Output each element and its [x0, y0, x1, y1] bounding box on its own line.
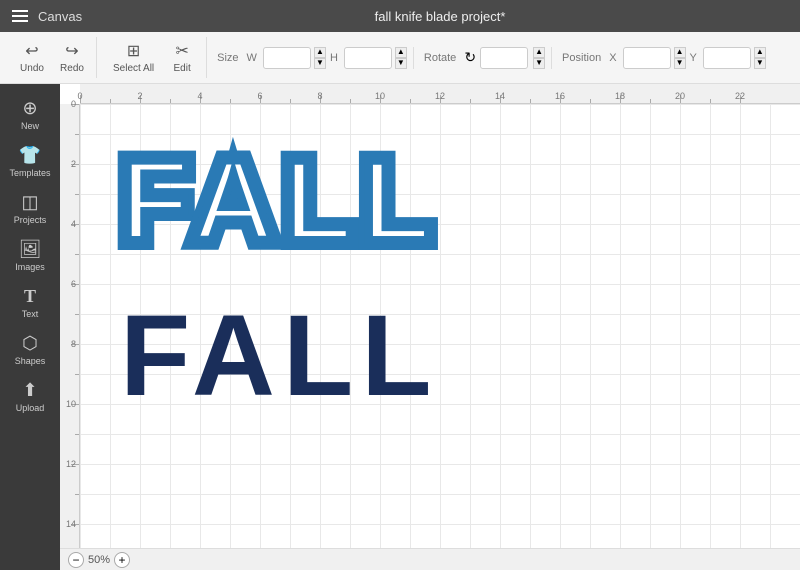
ruler-left: 02468101214 [60, 104, 80, 548]
width-up[interactable]: ▲ [314, 47, 326, 58]
w-label: W [247, 52, 257, 64]
grid-canvas: FALL FALL FALL [80, 104, 800, 548]
main-area: ⊕ New 👕 Templates ◫ Projects 🖼 Images T … [0, 84, 800, 570]
width-down[interactable]: ▼ [314, 58, 326, 69]
x-up[interactable]: ▲ [674, 47, 686, 58]
select-edit-group: ⊞ Select All ✂ Edit [101, 37, 207, 78]
canvas-area[interactable]: 0246810121416182022 02468101214 FALL FAL… [60, 84, 800, 570]
edit-icon: ✂ [175, 41, 188, 61]
width-spinner: ▲ ▼ [314, 47, 326, 69]
zoom-level: 50% [88, 554, 110, 566]
sidebar-item-upload[interactable]: ⬆ Upload [4, 374, 56, 419]
size-label: Size [217, 52, 238, 64]
redo-button[interactable]: ↪ Redo [54, 37, 90, 78]
text-icon: T [24, 286, 36, 307]
x-label: X [609, 52, 616, 64]
images-icon: 🖼 [19, 239, 42, 260]
redo-icon: ↪ [65, 41, 78, 61]
x-field: X ▲ ▼ [609, 47, 685, 69]
x-down[interactable]: ▼ [674, 58, 686, 69]
rotate-spinner: ▲ ▼ [533, 47, 545, 69]
position-label: Position [562, 52, 601, 64]
zoom-bar: − 50% + [60, 548, 800, 570]
y-spinner: ▲ ▼ [754, 47, 766, 69]
sidebar-item-text[interactable]: T Text [4, 280, 56, 325]
sidebar-item-new[interactable]: ⊕ New [4, 92, 56, 137]
rotate-icon: ↻ [464, 49, 476, 66]
zoom-out-button[interactable]: − [68, 552, 84, 568]
undo-button[interactable]: ↩ Undo [14, 37, 50, 78]
shapes-icon: ⬡ [22, 333, 38, 354]
y-up[interactable]: ▲ [754, 47, 766, 58]
sidebar-item-images[interactable]: 🖼 Images [4, 233, 56, 278]
sidebar-item-templates[interactable]: 👕 Templates [4, 139, 56, 184]
fall-bottom-text[interactable]: FALL [120, 299, 439, 414]
undo-redo-group: ↩ Undo ↪ Redo [8, 37, 97, 78]
rotate-input[interactable] [480, 47, 528, 69]
zoom-in-button[interactable]: + [114, 552, 130, 568]
height-down[interactable]: ▼ [395, 58, 407, 69]
rotate-label: Rotate [424, 52, 456, 64]
y-down[interactable]: ▼ [754, 58, 766, 69]
y-label: Y [690, 52, 697, 64]
x-input[interactable] [623, 47, 671, 69]
size-group: Size W ▲ ▼ H ▲ ▼ [211, 47, 414, 69]
width-input[interactable] [263, 47, 311, 69]
height-spinner: ▲ ▼ [395, 47, 407, 69]
y-field: Y ▲ ▼ [690, 47, 766, 69]
select-all-button[interactable]: ⊞ Select All [107, 37, 160, 78]
y-input[interactable] [703, 47, 751, 69]
new-icon: ⊕ [22, 98, 37, 119]
app-name: Canvas [38, 9, 82, 24]
fall-top-text[interactable]: FALL [120, 144, 439, 259]
hamburger-menu[interactable] [12, 10, 28, 22]
upload-icon: ⬆ [22, 380, 37, 401]
undo-icon: ↩ [25, 41, 38, 61]
title-bar: Canvas fall knife blade project* [0, 0, 800, 32]
edit-button[interactable]: ✂ Edit [164, 37, 200, 78]
sidebar-item-projects[interactable]: ◫ Projects [4, 186, 56, 231]
height-input[interactable] [344, 47, 392, 69]
height-field: H ▲ ▼ [330, 47, 407, 69]
sidebar: ⊕ New 👕 Templates ◫ Projects 🖼 Images T … [0, 84, 60, 570]
select-all-icon: ⊞ [127, 41, 140, 61]
h-label: H [330, 52, 338, 64]
x-spinner: ▲ ▼ [674, 47, 686, 69]
toolbar: ↩ Undo ↪ Redo ⊞ Select All ✂ Edit Size W… [0, 32, 800, 84]
project-title: fall knife blade project* [92, 9, 788, 24]
projects-icon: ◫ [21, 192, 38, 213]
rotate-group: Rotate ↻ ▲ ▼ [418, 47, 552, 69]
height-up[interactable]: ▲ [395, 47, 407, 58]
rotate-down[interactable]: ▼ [533, 58, 545, 69]
position-group: Position X ▲ ▼ Y ▲ ▼ [556, 47, 772, 69]
templates-icon: 👕 [19, 145, 41, 166]
rotate-up[interactable]: ▲ [533, 47, 545, 58]
ruler-top: 0246810121416182022 [80, 84, 800, 104]
sidebar-item-shapes[interactable]: ⬡ Shapes [4, 327, 56, 372]
width-field: W ▲ ▼ [247, 47, 326, 69]
